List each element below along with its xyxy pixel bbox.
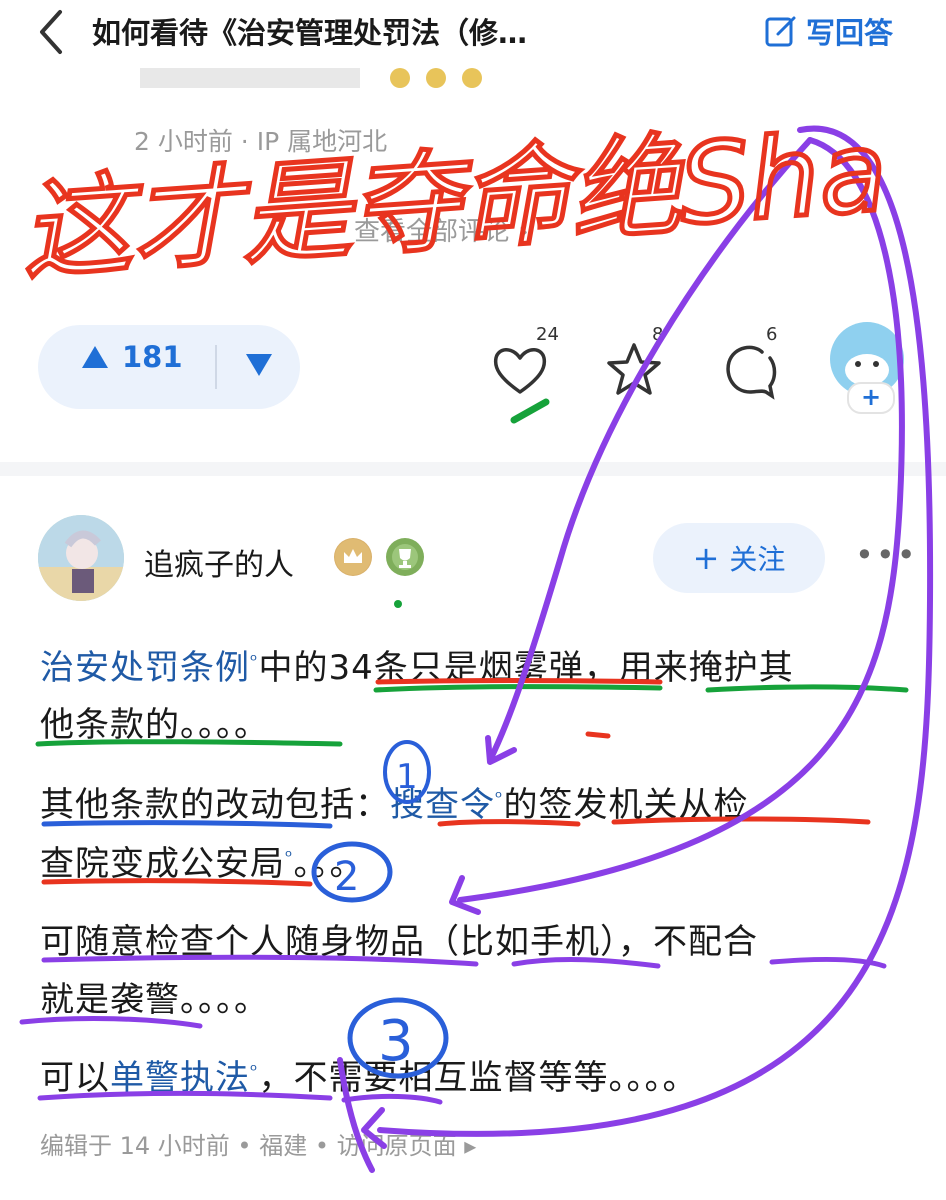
downvote-button[interactable] <box>244 352 274 382</box>
triangle-down-icon <box>246 354 272 376</box>
answer-footer[interactable]: 编辑于 14 小时前 • 福建 • 访问原页面 ▸ <box>40 1126 476 1161</box>
write-answer-button[interactable]: 写回答 <box>764 10 893 52</box>
upvote-count: 181 <box>122 340 183 374</box>
trophy-badge-icon <box>386 538 424 576</box>
comment-bubble-icon <box>726 345 777 400</box>
back-button[interactable] <box>36 8 66 66</box>
paragraph-4-line-1: 可以单警执法ᵒ，不需要相互监督等等。。。。 <box>40 1058 698 1098</box>
author-avatar[interactable] <box>38 515 124 601</box>
follow-button[interactable]: + 关注 <box>653 523 825 593</box>
paragraph-1-line-2: 他条款的。。。。 <box>40 705 269 745</box>
favorite-count: 8 <box>652 324 664 345</box>
paragraph-1-line-1: 治安处罚条例ᵒ中的34条只是烟雾弹，用来掩护其 <box>40 648 794 688</box>
edit-icon <box>765 16 796 47</box>
author-name[interactable]: 追疯子的人 <box>144 540 294 584</box>
view-all-comments-link[interactable]: 查看全部评论 › <box>354 211 529 248</box>
green-mark <box>510 398 550 424</box>
paragraph-3-line-2: 就是袭警。。。。 <box>40 980 269 1020</box>
vote-divider <box>215 345 217 389</box>
add-button[interactable]: + <box>847 382 895 414</box>
plus-icon: + <box>692 539 720 577</box>
like-count: 24 <box>536 324 559 345</box>
keyword-link[interactable]: 单警执法 <box>110 1058 250 1098</box>
write-answer-label: 写回答 <box>806 16 894 50</box>
green-dot <box>394 600 402 608</box>
upvote-button[interactable]: 181 <box>80 340 183 374</box>
crown-badge-icon <box>334 538 372 576</box>
keyword-link[interactable]: 治安处罚条例 <box>40 648 250 688</box>
comment-meta: 2 小时前 · IP 属地河北 <box>134 127 388 156</box>
comment-button[interactable]: 6 <box>720 324 790 400</box>
paragraph-3-line-1: 可随意检查个人随身物品（比如手机），不配合 <box>40 922 758 962</box>
paragraph-2-line-2: 查院变成公安局ᵒ。。。 <box>40 844 365 884</box>
more-options-icon[interactable]: ••• <box>855 536 918 574</box>
question-title[interactable]: 如何看待《治安管理处罚法（修… <box>92 10 527 52</box>
section-divider <box>0 462 946 476</box>
chevron-left-icon <box>40 10 62 54</box>
follow-label: 关注 <box>729 543 786 576</box>
paragraph-2-line-1: 其他条款的改动包括：搜查令ᵒ的签发机关从检 <box>40 785 749 825</box>
star-icon <box>607 343 661 395</box>
like-button[interactable]: 24 <box>490 324 560 400</box>
keyword-link[interactable]: 搜查令 <box>390 785 495 825</box>
heart-icon <box>493 348 547 394</box>
truncated-comment-text <box>140 68 482 88</box>
comment-count: 6 <box>766 324 778 345</box>
favorite-button[interactable]: 8 <box>604 324 674 400</box>
triangle-up-icon <box>82 346 108 368</box>
